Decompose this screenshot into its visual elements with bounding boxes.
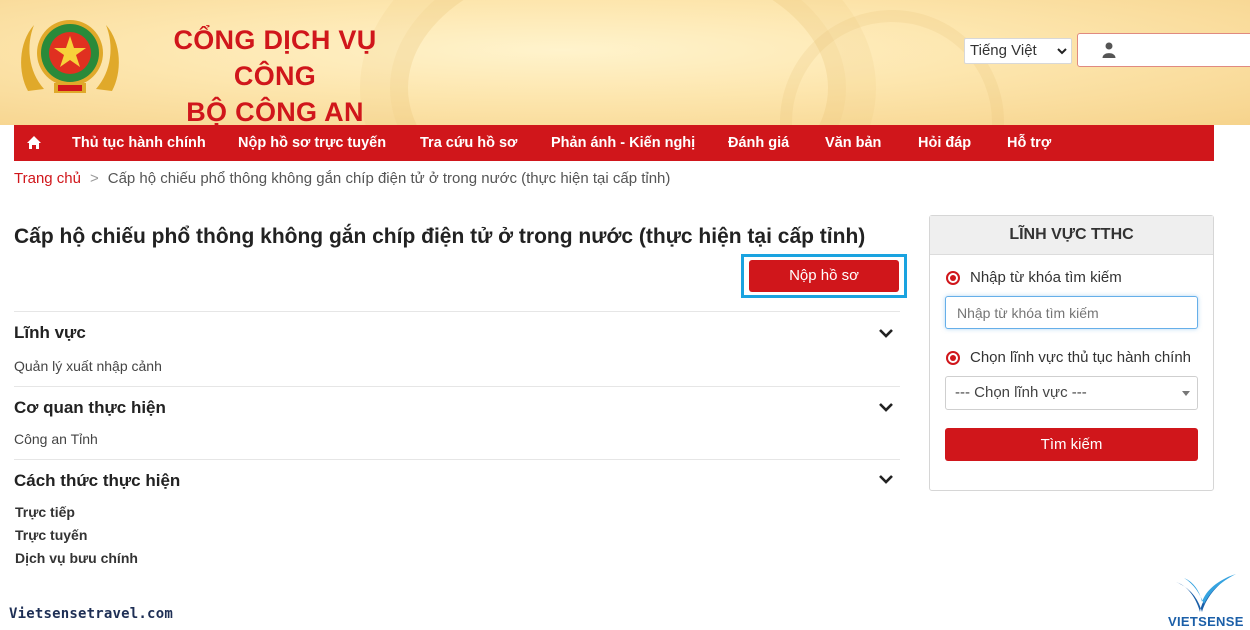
breadcrumb: Trang chủ > Cấp hộ chiếu phổ thông không g… [14, 170, 670, 187]
breadcrumb-separator: > [89, 170, 99, 187]
method-item: Trực tiếp [15, 504, 75, 520]
watermark-logo-text: VIETSENSE [1168, 614, 1244, 629]
procedure-field-panel: LĨNH VỰC TTHC Nhập từ khóa tìm kiếm Chọn… [929, 215, 1214, 491]
main-nav: Thủ tục hành chính Nộp hồ sơ trực tuyến … [14, 125, 1214, 161]
section-linh-vuc: Lĩnh vực Quản lý xuất nhập cảnh [14, 311, 900, 387]
keyword-radio-option[interactable]: Nhập từ khóa tìm kiếm [946, 269, 1122, 286]
keyword-search-input[interactable] [945, 296, 1198, 329]
nav-item-tra-cuu[interactable]: Tra cứu hồ sơ [420, 125, 517, 161]
section-value: Quản lý xuất nhập cảnh [14, 358, 162, 374]
chevron-down-icon[interactable] [878, 473, 894, 485]
chevron-down-icon[interactable] [878, 401, 894, 413]
method-item: Trực tuyến [15, 527, 88, 543]
site-header: CỔNG DỊCH VỤ CÔNG BỘ CÔNG AN Tiếng Việt [0, 0, 1250, 125]
site-brand[interactable]: CỔNG DỊCH VỤ CÔNG BỘ CÔNG AN [140, 22, 410, 125]
home-icon[interactable] [26, 135, 42, 150]
vietsense-bird-icon [1176, 574, 1236, 612]
radio-selected-icon[interactable] [946, 271, 960, 285]
user-login-box[interactable] [1077, 33, 1250, 67]
search-button[interactable]: Tìm kiếm [945, 428, 1198, 461]
section-title[interactable]: Cách thức thực hiện [14, 471, 180, 491]
section-cach-thuc: Cách thức thực hiện [14, 459, 900, 500]
section-value: Công an Tỉnh [14, 431, 98, 447]
page-title: Cấp hộ chiếu phổ thông không gắn chíp đi… [14, 225, 866, 248]
language-value: Tiếng Việt [970, 42, 1037, 59]
nav-item-hoi-dap[interactable]: Hỏi đáp [918, 125, 971, 161]
keyword-radio-label: Nhập từ khóa tìm kiếm [970, 269, 1122, 286]
panel-title: LĨNH VỰC TTHC [930, 216, 1213, 255]
header-pattern [390, 0, 846, 125]
vietsense-logo: VIETSENSE [1162, 572, 1244, 630]
brand-line-2: BỘ CÔNG AN [186, 97, 364, 125]
submit-application-button[interactable]: Nộp hồ sơ [749, 260, 899, 292]
nav-item-phan-anh[interactable]: Phản ánh - Kiến nghị [551, 125, 695, 161]
field-radio-label: Chọn lĩnh vực thủ tục hành chính [970, 349, 1192, 366]
field-select-value: --- Chọn lĩnh vực --- [955, 384, 1087, 401]
nav-item-danh-gia[interactable]: Đánh giá [728, 125, 789, 161]
section-title[interactable]: Cơ quan thực hiện [14, 398, 166, 418]
radio-selected-icon[interactable] [946, 351, 960, 365]
language-select[interactable]: Tiếng Việt [964, 38, 1072, 64]
field-select[interactable]: --- Chọn lĩnh vực --- [945, 376, 1198, 410]
breadcrumb-home-link[interactable]: Trang chủ [14, 170, 81, 187]
section-co-quan: Cơ quan thực hiện Công an Tỉnh [14, 386, 900, 460]
nav-item-van-ban[interactable]: Văn bản [825, 125, 881, 161]
section-title[interactable]: Lĩnh vực [14, 323, 86, 343]
dropdown-caret-icon [1182, 391, 1190, 396]
chevron-down-icon [1057, 48, 1067, 55]
breadcrumb-current: Cấp hộ chiếu phổ thông không gắn chíp đi… [107, 170, 671, 187]
watermark-site-text: Vietsensetravel.com [9, 606, 173, 622]
chevron-down-icon[interactable] [878, 327, 894, 339]
user-icon [1102, 42, 1116, 58]
brand-line-1: CỔNG DỊCH VỤ CÔNG [173, 25, 377, 91]
nav-item-ho-tro[interactable]: Hỗ trợ [1007, 125, 1051, 161]
nav-item-nop-ho-so[interactable]: Nộp hồ sơ trực tuyến [238, 125, 386, 161]
national-emblem-logo[interactable] [16, 13, 124, 99]
field-radio-option[interactable]: Chọn lĩnh vực thủ tục hành chính [946, 349, 1191, 366]
nav-item-thu-tuc[interactable]: Thủ tục hành chính [72, 125, 206, 161]
method-item: Dịch vụ bưu chính [15, 550, 138, 566]
